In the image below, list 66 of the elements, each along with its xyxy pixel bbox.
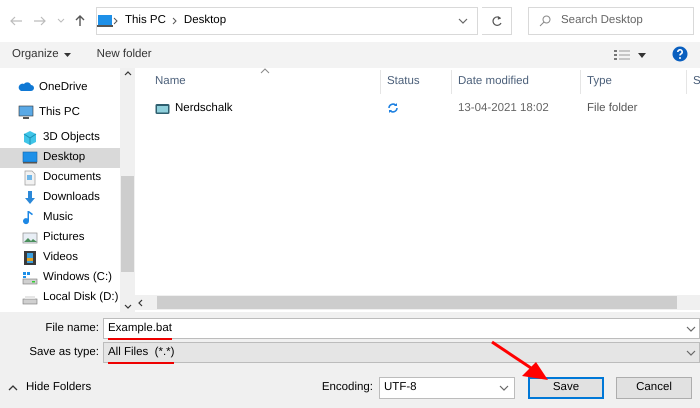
search-field[interactable]: Search Desktop [559,11,689,31]
address-bar[interactable]: This PC Desktop [96,7,478,35]
refresh-icon [490,15,502,27]
sidebar-item[interactable]: Pictures [0,228,120,248]
film-icon [22,250,38,266]
caret-icon [64,53,71,57]
view-options-button[interactable] [614,49,646,61]
column-header[interactable]: Date modified [452,70,581,94]
breadcrumb-item[interactable]: This PC [119,12,172,30]
help-icon [672,46,688,62]
monitor-icon [97,14,113,28]
sidebar-item[interactable]: Downloads [0,188,120,208]
sidebar-item[interactable]: This PC [0,103,120,123]
picture-icon [22,230,38,246]
chevron-right-icon [113,17,119,25]
field-label: Save as type: [28,344,100,360]
file-name-field[interactable]: Example.bat [103,318,700,339]
download-icon [22,190,38,206]
pointer-arrow [490,340,550,382]
file-name[interactable]: Nerdschalk [149,100,381,118]
arrow-right-icon [33,16,47,26]
chevron-down-icon [57,16,65,25]
field-label: File name: [44,320,100,336]
sidebar-item[interactable]: Documents [0,168,120,188]
organize-menu[interactable]: Organize [12,46,71,64]
search-icon [539,15,551,27]
breadcrumb-item[interactable]: Desktop [178,12,232,30]
save-button[interactable]: Save [528,377,604,399]
cube-icon [22,130,38,146]
sidebar-item[interactable]: Music [0,208,120,228]
sidebar-item[interactable]: Windows (C:) [0,268,120,288]
sidebar-item[interactable]: Videos [0,248,120,268]
caret-icon [638,52,646,58]
sidebar-item[interactable]: Desktop [0,148,120,168]
file-name-text: Nerdschalk [175,101,233,116]
folder-icon [155,103,170,115]
type-cell-text: File folder [586,101,638,116]
column-header[interactable]: S [687,70,700,94]
cancel-button[interactable]: Cancel [616,377,692,399]
chevron-up-icon [8,384,18,392]
desktop-icon [22,150,38,166]
file-type-dropdown[interactable]: All Files (*.*) [103,342,700,363]
help-button[interactable] [672,46,688,64]
arrow-up-icon [75,14,85,28]
underline-mark [108,362,174,364]
drive-icon [22,270,38,286]
arrow-left-icon [9,16,23,26]
refresh-button[interactable] [482,7,512,35]
sidebar-item[interactable]: Local Disk (D:) [0,288,120,308]
document-icon [22,170,38,186]
sidebar-item[interactable]: 3D Objects [0,128,120,148]
column-header[interactable]: Name [149,70,381,94]
hide-folders-button[interactable]: Hide Folders [8,379,92,397]
column-header[interactable]: Status [381,70,452,94]
monitor-icon [18,105,34,121]
field-label: Encoding: [322,380,373,396]
scrollbar[interactable] [135,295,700,310]
underline-mark [108,338,172,340]
date-cell-text: 13-04-2021 18:02 [457,101,550,116]
column-header[interactable]: Type [581,70,687,94]
sidebar-item[interactable]: OneDrive [0,78,120,98]
new-folder-button[interactable]: New folder [96,46,152,64]
search-box[interactable]: Search Desktop [528,7,694,35]
encoding-dropdown[interactable]: UTF-8 [379,377,515,399]
chevron-right-icon [172,17,178,25]
details-view-icon [614,49,630,61]
